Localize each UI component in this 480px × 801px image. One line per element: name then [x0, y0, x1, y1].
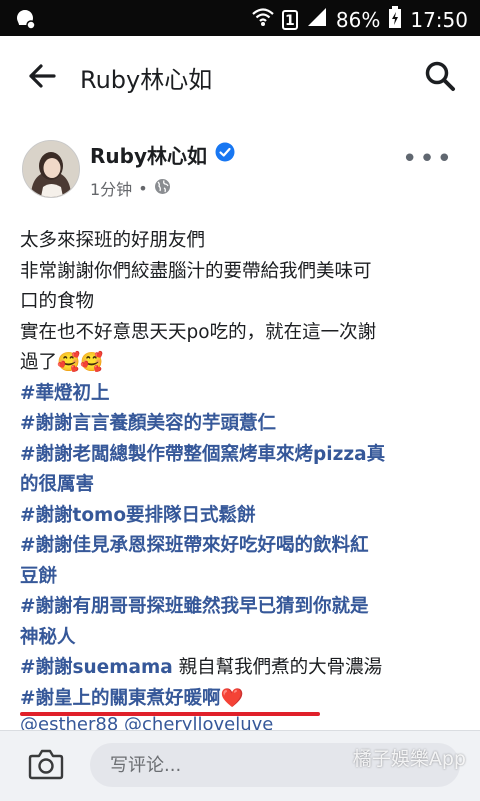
status-bar: 1 86% 17:50: [0, 0, 480, 36]
hashtag-link[interactable]: #謝謝佳見承恩探班帶來好吃好喝的飲料紅: [20, 531, 470, 562]
hashtag-link[interactable]: #謝謝有朋哥哥探班雖然我早已猜到你就是: [20, 592, 470, 623]
meta-separator: •: [138, 178, 148, 198]
battery-percent: 86%: [335, 7, 381, 32]
mentions-link[interactable]: @esther88 @cherylloveluve: [20, 716, 273, 730]
camera-icon[interactable]: [28, 747, 64, 785]
post-card: Ruby林心如 1分钟 • ••• 太多來探班的好朋友們 非常謝謝你們絞盡腦汁的…: [0, 120, 480, 730]
back-arrow-icon[interactable]: [28, 62, 56, 94]
hashtag-link[interactable]: #謝謝老闆總製作帶整個窯烤車來烤pizza真: [20, 440, 470, 471]
page-title: Ruby林心如: [80, 66, 213, 94]
post-line-text: 親自幫我們煮的大骨濃湯: [172, 657, 383, 678]
post-line: 非常謝謝你們絞盡腦汁的要帶給我們美味可: [20, 260, 372, 282]
search-icon[interactable]: [424, 60, 456, 96]
post-line: #謝謝suemama 親自幫我們煮的大骨濃湯: [20, 653, 470, 684]
avatar[interactable]: [22, 140, 80, 198]
sim-icon: 1: [281, 9, 298, 30]
hashtag-link[interactable]: #謝謝tomo要排隊日式鬆餅: [20, 501, 470, 532]
post-line: 太多來探班的好朋友們: [20, 230, 206, 251]
watermark: 橘子娛樂App: [352, 748, 466, 770]
more-options-icon[interactable]: •••: [402, 144, 454, 174]
post-line: 過了🥰🥰: [20, 352, 104, 373]
post-line: 口的食物: [20, 291, 95, 312]
clock: 17:50: [410, 7, 468, 32]
hashtag-link[interactable]: #謝皇上的關東煮好暖啊❤️: [20, 684, 470, 715]
battery-icon: [388, 6, 402, 33]
notification-icon: [14, 8, 36, 34]
post-text: 太多來探班的好朋友們 非常謝謝你們絞盡腦汁的要帶給我們美味可 口的食物 實在也不…: [20, 226, 470, 714]
hashtag-link[interactable]: #謝謝言言養顏美容的芋頭薏仁: [20, 409, 470, 440]
post-line: 實在也不好意思天天po吃的，就在這一次謝: [20, 321, 377, 343]
app-bar: Ruby林心如: [0, 36, 480, 121]
hashtag-link[interactable]: 的很厲害: [20, 470, 470, 501]
hashtag-link[interactable]: 豆餅: [20, 562, 470, 593]
signal-icon: [306, 7, 328, 32]
author-name[interactable]: Ruby林心如: [90, 140, 207, 169]
hashtag-link[interactable]: #謝謝suemama: [20, 657, 173, 678]
post-time[interactable]: 1分钟: [90, 176, 132, 200]
hashtag-link[interactable]: 神秘人: [20, 623, 470, 654]
hashtag-link[interactable]: #華燈初上: [20, 379, 470, 410]
verified-badge-icon: [215, 142, 235, 167]
wifi-icon: [252, 7, 274, 32]
globe-icon: [154, 178, 171, 199]
